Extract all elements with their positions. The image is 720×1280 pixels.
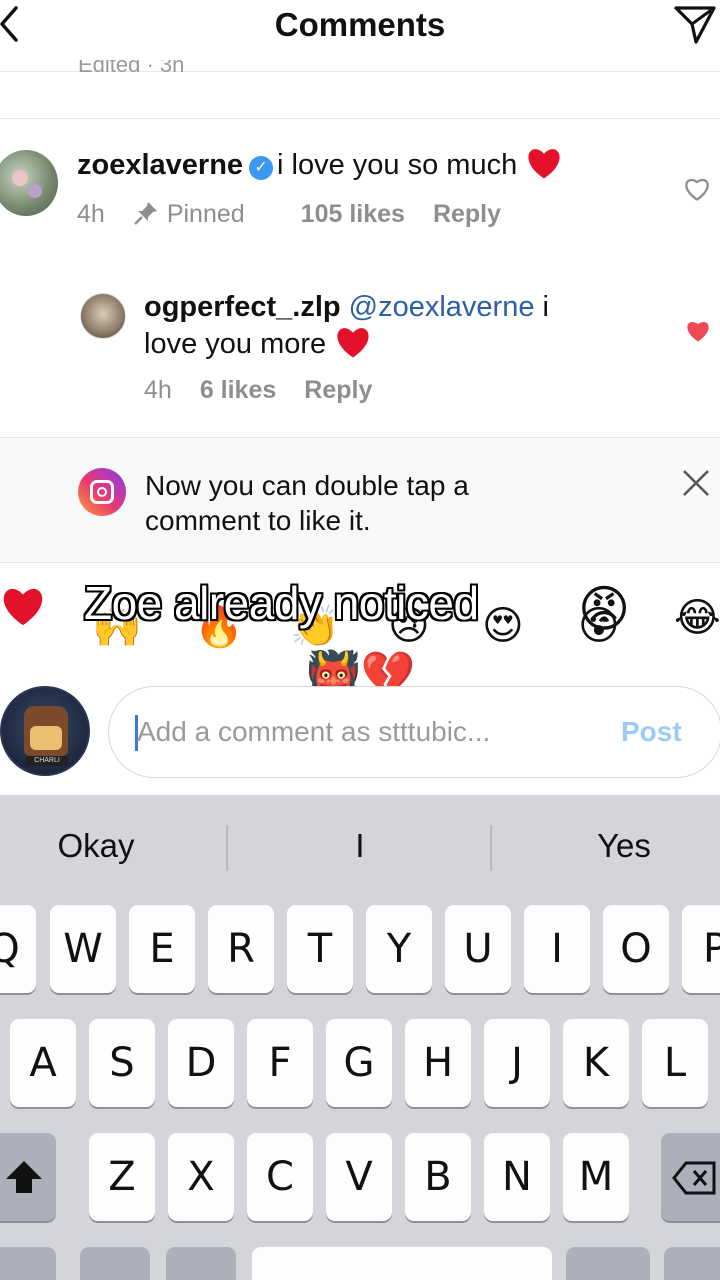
key-k[interactable]: K: [563, 1019, 629, 1107]
reply-meta: 4h 6 likes Reply: [144, 376, 400, 405]
instagram-logo-icon: [78, 468, 126, 516]
key-a[interactable]: A: [10, 1019, 76, 1107]
likes-count[interactable]: 6 likes: [200, 376, 276, 404]
key-y[interactable]: Y: [366, 905, 432, 993]
red-heart-emoji: [525, 146, 563, 188]
key-z[interactable]: Z: [89, 1133, 155, 1221]
key-h[interactable]: H: [405, 1019, 471, 1107]
send-icon[interactable]: [672, 2, 718, 46]
reply-button[interactable]: Reply: [304, 376, 372, 404]
key-t[interactable]: T: [287, 905, 353, 993]
key-e[interactable]: E: [129, 905, 195, 993]
key-u[interactable]: U: [445, 905, 511, 993]
comment-time: 4h: [77, 200, 105, 228]
reply-button[interactable]: Reply: [433, 200, 501, 228]
avatar[interactable]: [0, 150, 58, 216]
shift-key[interactable]: [0, 1133, 56, 1221]
key-v[interactable]: V: [326, 1133, 392, 1221]
space-key[interactable]: [252, 1247, 552, 1280]
tip-text: Now you can double tap a comment to like…: [145, 470, 469, 536]
hash-key[interactable]: [664, 1247, 720, 1280]
post-button[interactable]: Post: [621, 716, 682, 748]
key-i[interactable]: I: [524, 905, 590, 993]
video-caption-overlay: Zoe already noticed: [84, 577, 479, 629]
suggestion-i[interactable]: I: [240, 827, 480, 865]
reaction-laughing[interactable]: 😂: [674, 595, 720, 641]
divider: [0, 118, 720, 119]
reply-username[interactable]: ogperfect_.zlp: [144, 291, 341, 323]
key-n[interactable]: N: [484, 1133, 550, 1221]
red-heart-emoji: [334, 325, 372, 368]
key-p[interactable]: P: [682, 905, 720, 993]
key-w[interactable]: W: [50, 905, 116, 993]
likes-count[interactable]: 105 likes: [301, 200, 405, 228]
reply-body-a: i: [534, 291, 549, 323]
comment-body: i love you so much: [277, 149, 518, 181]
current-user-avatar[interactable]: CHARLI: [0, 686, 90, 776]
page-title: Comments: [274, 6, 446, 43]
edited-label: Edited · 3h: [78, 60, 185, 74]
on-screen-keyboard: Okay I Yes Q W E R T Y U I O P A S D F G…: [0, 795, 720, 1280]
heart-filled-icon[interactable]: [684, 318, 712, 344]
mention-link[interactable]: @zoexlaverne: [349, 291, 535, 323]
avatar-badge-label: CHARLI: [26, 756, 68, 766]
heart-outline-icon[interactable]: [683, 176, 711, 202]
dictation-key[interactable]: [166, 1247, 236, 1280]
pinned-label: Pinned: [133, 200, 273, 228]
comment-input-placeholder: Add a comment as stttubic...: [137, 716, 491, 747]
key-l[interactable]: L: [642, 1019, 708, 1107]
reply-time: 4h: [144, 376, 172, 404]
suggestion-okay[interactable]: Okay: [0, 827, 216, 865]
divider: [490, 825, 492, 871]
double-tap-tip-banner: Now you can double tap a comment to like…: [0, 437, 720, 563]
key-r[interactable]: R: [208, 905, 274, 993]
key-j[interactable]: J: [484, 1019, 550, 1107]
comment-input[interactable]: Add a comment as stttubic... Post: [108, 686, 720, 778]
verified-badge-icon: ✓: [249, 156, 274, 180]
reply-body-b: love you more: [144, 328, 327, 360]
delete-key[interactable]: [661, 1133, 720, 1221]
divider: [226, 825, 228, 871]
angry-face-emoji: 😡: [578, 580, 631, 638]
key-s[interactable]: S: [89, 1019, 155, 1107]
comment-meta: 4h Pinned 105 likes Reply: [77, 200, 529, 229]
key-m[interactable]: M: [563, 1133, 629, 1221]
avatar[interactable]: [80, 293, 126, 339]
comment-text-row: zoexlaverne ✓ i love you so much: [77, 146, 563, 188]
pin-icon: [133, 202, 157, 225]
suggestion-yes[interactable]: Yes: [504, 827, 720, 865]
key-q[interactable]: Q: [0, 905, 36, 993]
shift-arrow-icon: [6, 1161, 42, 1193]
key-c[interactable]: C: [247, 1133, 313, 1221]
key-g[interactable]: G: [326, 1019, 392, 1107]
comment-username[interactable]: zoexlaverne: [77, 149, 243, 181]
reply-text: ogperfect_.zlp @zoexlaverne i love you m…: [144, 290, 624, 368]
backspace-icon: [672, 1161, 716, 1195]
key-d[interactable]: D: [168, 1019, 234, 1107]
key-x[interactable]: X: [168, 1133, 234, 1221]
emoji-key[interactable]: [80, 1247, 150, 1280]
key-o[interactable]: O: [603, 905, 669, 993]
reaction-heart[interactable]: [0, 585, 46, 637]
at-key[interactable]: [566, 1247, 650, 1280]
reaction-heart-eyes[interactable]: 😍: [482, 603, 524, 649]
key-b[interactable]: B: [405, 1133, 471, 1221]
close-icon[interactable]: [680, 467, 712, 499]
numbers-key[interactable]: [0, 1247, 56, 1280]
predictive-bar: Okay I Yes: [0, 795, 720, 899]
key-f[interactable]: F: [247, 1019, 313, 1107]
